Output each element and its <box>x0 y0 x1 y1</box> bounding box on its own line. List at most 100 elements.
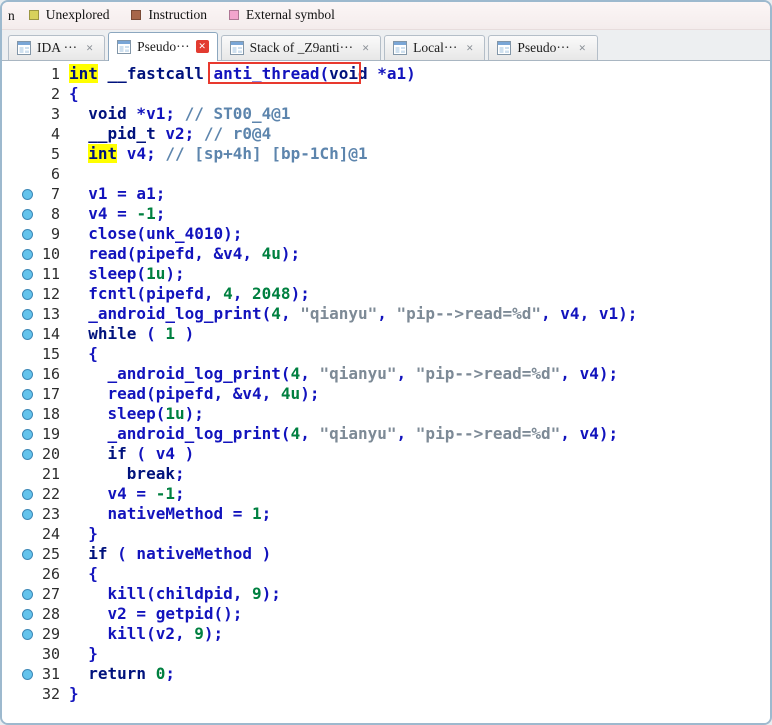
breakpoint-gutter[interactable] <box>2 184 36 204</box>
breakpoint-gutter[interactable] <box>2 684 36 704</box>
tab-stack[interactable]: Stack of _Z9anti··· ✕ <box>220 35 382 60</box>
breakpoint-dot[interactable] <box>22 409 33 420</box>
code-line[interactable]: 29 kill(v2, 9); <box>2 624 770 644</box>
breakpoint-dot[interactable] <box>22 669 33 680</box>
breakpoint-gutter[interactable] <box>2 544 36 564</box>
code-line[interactable]: 9 close(unk_4010); <box>2 224 770 244</box>
code-line[interactable]: 6 <box>2 164 770 184</box>
breakpoint-gutter[interactable] <box>2 144 36 164</box>
code-line[interactable]: 4 __pid_t v2; // r0@4 <box>2 124 770 144</box>
breakpoint-gutter[interactable] <box>2 244 36 264</box>
tab-ida[interactable]: IDA ··· ✕ <box>8 35 106 60</box>
breakpoint-dot[interactable] <box>22 289 33 300</box>
breakpoint-gutter[interactable] <box>2 104 36 124</box>
breakpoint-gutter[interactable] <box>2 604 36 624</box>
breakpoint-gutter[interactable] <box>2 664 36 684</box>
code-line[interactable]: 13 _android_log_print(4, "qianyu", "pip-… <box>2 304 770 324</box>
code-line[interactable]: 1 int __fastcall anti_thread(void *a1) <box>2 64 770 84</box>
tab-label: Pseudo··· <box>137 38 190 54</box>
code-line[interactable]: 20 if ( v4 ) <box>2 444 770 464</box>
breakpoint-gutter[interactable] <box>2 64 36 84</box>
breakpoint-gutter[interactable] <box>2 624 36 644</box>
code-line[interactable]: 12 fcntl(pipefd, 4, 2048); <box>2 284 770 304</box>
breakpoint-dot[interactable] <box>22 209 33 220</box>
breakpoint-gutter[interactable] <box>2 304 36 324</box>
breakpoint-gutter[interactable] <box>2 364 36 384</box>
breakpoint-gutter[interactable] <box>2 164 36 184</box>
breakpoint-dot[interactable] <box>22 249 33 260</box>
breakpoint-gutter[interactable] <box>2 644 36 664</box>
code-line[interactable]: 11 sleep(1u); <box>2 264 770 284</box>
code-line[interactable]: 14 while ( 1 ) <box>2 324 770 344</box>
code-line[interactable]: 10 read(pipefd, &v4, 4u); <box>2 244 770 264</box>
code-line[interactable]: 28 v2 = getpid(); <box>2 604 770 624</box>
code-line[interactable]: 32} <box>2 684 770 704</box>
breakpoint-gutter[interactable] <box>2 224 36 244</box>
code-line[interactable]: 8 v4 = -1; <box>2 204 770 224</box>
code-line[interactable]: 25 if ( nativeMethod ) <box>2 544 770 564</box>
code-line[interactable]: 23 nativeMethod = 1; <box>2 504 770 524</box>
tab-close-icon[interactable]: ✕ <box>195 40 209 53</box>
code-line[interactable]: 18 sleep(1u); <box>2 404 770 424</box>
breakpoint-dot[interactable] <box>22 609 33 620</box>
code-line[interactable]: 26 { <box>2 564 770 584</box>
tab-close-icon[interactable]: ✕ <box>83 42 96 55</box>
breakpoint-gutter[interactable] <box>2 524 36 544</box>
code-line[interactable]: 7 v1 = a1; <box>2 184 770 204</box>
breakpoint-dot[interactable] <box>22 229 33 240</box>
breakpoint-dot[interactable] <box>22 589 33 600</box>
code-line[interactable]: 22 v4 = -1; <box>2 484 770 504</box>
breakpoint-gutter[interactable] <box>2 84 36 104</box>
breakpoint-gutter[interactable] <box>2 504 36 524</box>
breakpoint-dot[interactable] <box>22 489 33 500</box>
tab-close-icon[interactable]: ✕ <box>576 42 589 55</box>
tab-pseudocode-2[interactable]: Pseudo··· ✕ <box>488 35 598 60</box>
code-line[interactable]: 19 _android_log_print(4, "qianyu", "pip-… <box>2 424 770 444</box>
breakpoint-gutter[interactable] <box>2 484 36 504</box>
code-line[interactable]: 27 kill(childpid, 9); <box>2 584 770 604</box>
breakpoint-dot[interactable] <box>22 629 33 640</box>
code-line[interactable]: 30 } <box>2 644 770 664</box>
code-line[interactable]: 17 read(pipefd, &v4, 4u); <box>2 384 770 404</box>
code-line[interactable]: 2{ <box>2 84 770 104</box>
breakpoint-dot[interactable] <box>22 549 33 560</box>
breakpoint-gutter[interactable] <box>2 124 36 144</box>
code-text: __pid_t v2; // r0@4 <box>88 124 272 143</box>
tab-pseudocode-1[interactable]: Pseudo··· ✕ <box>108 32 218 61</box>
breakpoint-dot[interactable] <box>22 509 33 520</box>
breakpoint-gutter[interactable] <box>2 584 36 604</box>
breakpoint-gutter[interactable] <box>2 324 36 344</box>
tab-local[interactable]: Local··· ✕ <box>384 35 486 60</box>
document-view-icon <box>229 41 244 55</box>
tab-close-icon[interactable]: ✕ <box>463 42 476 55</box>
breakpoint-gutter[interactable] <box>2 444 36 464</box>
code-line[interactable]: 5 int v4; // [sp+4h] [bp-1Ch]@1 <box>2 144 770 164</box>
breakpoint-gutter[interactable] <box>2 404 36 424</box>
tab-close-icon[interactable]: ✕ <box>359 42 372 55</box>
breakpoint-gutter[interactable] <box>2 344 36 364</box>
line-number: 4 <box>50 125 60 143</box>
code-line[interactable]: 31 return 0; <box>2 664 770 684</box>
code-line[interactable]: 3 void *v1; // ST00_4@1 <box>2 104 770 124</box>
code-line[interactable]: 15 { <box>2 344 770 364</box>
code-line[interactable]: 16 _android_log_print(4, "qianyu", "pip-… <box>2 364 770 384</box>
breakpoint-dot[interactable] <box>22 369 33 380</box>
breakpoint-dot[interactable] <box>22 389 33 400</box>
breakpoint-dot[interactable] <box>22 329 33 340</box>
breakpoint-gutter[interactable] <box>2 464 36 484</box>
breakpoint-gutter[interactable] <box>2 564 36 584</box>
breakpoint-gutter[interactable] <box>2 424 36 444</box>
breakpoint-dot[interactable] <box>22 429 33 440</box>
code-line[interactable]: 21 break; <box>2 464 770 484</box>
breakpoint-gutter[interactable] <box>2 384 36 404</box>
breakpoint-dot[interactable] <box>22 189 33 200</box>
code-line[interactable]: 24 } <box>2 524 770 544</box>
breakpoint-dot[interactable] <box>22 269 33 280</box>
breakpoint-gutter[interactable] <box>2 264 36 284</box>
line-number: 11 <box>41 265 60 283</box>
breakpoint-gutter[interactable] <box>2 284 36 304</box>
breakpoint-dot[interactable] <box>22 309 33 320</box>
breakpoint-gutter[interactable] <box>2 204 36 224</box>
line-number: 10 <box>41 245 60 263</box>
breakpoint-dot[interactable] <box>22 449 33 460</box>
